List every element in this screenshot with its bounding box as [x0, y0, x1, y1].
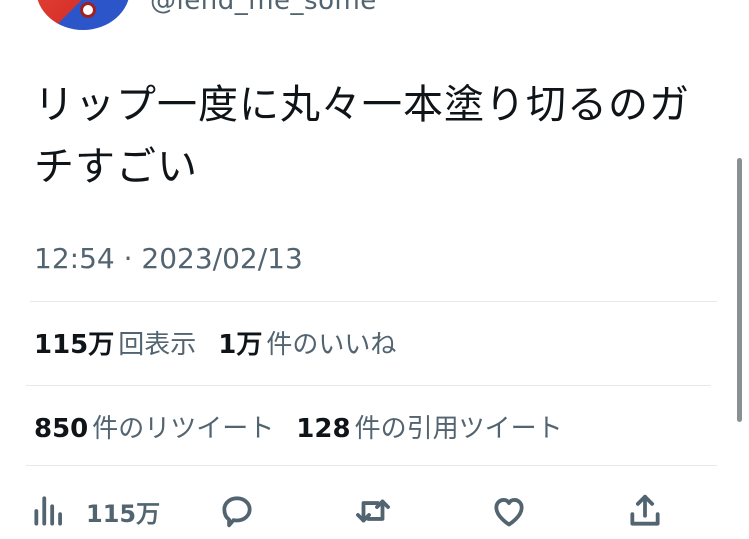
- likes-label[interactable]: 件のいいね: [266, 324, 396, 361]
- share-icon: [630, 494, 660, 526]
- divider: [26, 465, 717, 466]
- like-button[interactable]: [490, 492, 528, 530]
- retweet-button[interactable]: [354, 492, 392, 530]
- tweet-time: 12:54: [34, 242, 115, 275]
- retweets-label[interactable]: 件のリツイート: [92, 408, 274, 445]
- likes-count[interactable]: 1万: [218, 324, 262, 361]
- reply-button[interactable]: [218, 492, 256, 530]
- action-bar: 115万: [0, 480, 749, 539]
- views-button[interactable]: 115万: [30, 492, 160, 530]
- tweet-text: リップ一度に丸々一本塗り切るのガ チすごい: [34, 74, 714, 198]
- retweets-count[interactable]: 850: [34, 414, 88, 444]
- tweet-date: 2023/02/13: [141, 242, 303, 275]
- timestamp-separator: ·: [123, 242, 133, 275]
- like-icon: [494, 498, 524, 527]
- views-label: 回表示: [118, 330, 197, 360]
- tweet-text-line-1: リップ一度に丸々一本塗り切るのガ: [34, 82, 690, 128]
- divider: [26, 385, 711, 386]
- retweet-icon: [356, 499, 390, 523]
- tweet-detail-view: @lend_me_some リップ一度に丸々一本塗り切るのガ チすごい 12:5…: [0, 0, 749, 539]
- scrollbar[interactable]: [737, 158, 742, 422]
- stats-row-retweets-quotes: 850 件のリツイート 128 件の引用ツイート: [34, 408, 585, 445]
- tweet-timestamp[interactable]: 12:54 · 2023/02/13: [34, 242, 303, 275]
- divider: [30, 301, 717, 302]
- avatar-face: [80, 2, 96, 18]
- quotes-label[interactable]: 件の引用ツイート: [355, 408, 563, 445]
- user-handle[interactable]: @lend_me_some: [150, 0, 377, 16]
- share-button[interactable]: [626, 492, 664, 530]
- views-action-count: 115万: [86, 499, 161, 528]
- quotes-count[interactable]: 128: [296, 414, 350, 444]
- stats-row-views-likes: 115万 回表示 1万 件のいいね: [34, 324, 418, 361]
- reply-icon: [222, 496, 252, 528]
- avatar[interactable]: [36, 0, 130, 30]
- views-count: 115万: [34, 330, 115, 360]
- tweet-text-line-2: チすごい: [34, 144, 198, 190]
- analytics-icon: [34, 496, 62, 526]
